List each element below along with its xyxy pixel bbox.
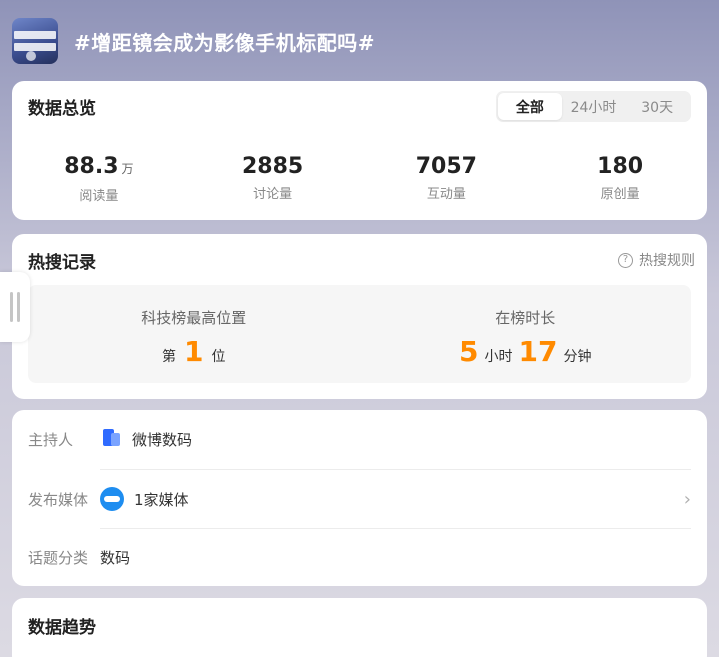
duration-block: 在榜时长 5 小时 17 分钟	[360, 285, 692, 383]
stat-interactions-value: 7057	[415, 154, 477, 179]
trend-card: 数据趋势	[12, 598, 707, 657]
duration-hours-unit: 小时	[484, 349, 513, 365]
rank-prefix: 第	[162, 349, 176, 365]
stat-discussions-label: 讨论量	[253, 187, 293, 202]
rank-value: 1	[184, 335, 204, 368]
duration-minutes: 17	[518, 335, 558, 368]
side-drag-handle[interactable]	[0, 272, 30, 342]
host-name[interactable]: 微博数码	[132, 429, 192, 450]
chevron-right-icon[interactable]: ›	[684, 489, 691, 510]
stat-originals-value: 180	[597, 154, 644, 179]
stat-originals-label: 原创量	[600, 187, 640, 202]
topic-title: #增距镜会成为影像手机标配吗#	[74, 30, 376, 55]
stat-reads-unit: 万	[121, 162, 134, 176]
stat-discussions-value: 2885	[242, 154, 304, 179]
stat-originals: 180 原创量	[533, 153, 707, 204]
media-logo-icon	[100, 487, 124, 511]
tab-24h[interactable]: 24小时	[562, 93, 626, 120]
tab-all[interactable]: 全部	[498, 93, 562, 120]
tab-30d[interactable]: 30天	[625, 93, 689, 120]
duration-minutes-unit: 分钟	[563, 349, 592, 365]
hot-search-card: 热搜记录 ? 热搜规则 科技榜最高位置 第 1 位 在榜时长 5 小时 17 分…	[12, 234, 707, 399]
topic-header: #增距镜会成为影像手机标配吗#	[12, 17, 707, 65]
category-label: 话题分类	[28, 548, 89, 567]
stat-reads-label: 阅读量	[79, 189, 119, 204]
topic-thumbnail[interactable]	[12, 18, 58, 64]
category-value: 数码	[100, 548, 131, 567]
media-label: 发布媒体	[28, 490, 89, 509]
media-row[interactable]: 发布媒体 1家媒体 ›	[28, 470, 691, 528]
question-icon: ?	[618, 252, 633, 268]
stat-reads: 88.3 万 阅读量	[12, 153, 186, 204]
duration-label: 在榜时长	[495, 309, 556, 327]
hot-rules-link[interactable]: ? 热搜规则	[618, 250, 695, 270]
rank-block: 科技榜最高位置 第 1 位	[28, 285, 360, 383]
category-row: 话题分类 数码	[28, 528, 691, 586]
media-count: 1家媒体	[134, 490, 189, 509]
stat-reads-value: 88.3	[64, 154, 119, 179]
rank-suffix: 位	[211, 349, 226, 365]
topic-info-card: 主持人 微博数码 发布媒体 1家媒体 › 话题分类 数码	[12, 410, 707, 586]
stat-interactions-label: 互动量	[426, 187, 466, 202]
stats-row: 88.3 万 阅读量 2885 讨论量 7057 互动量 180 原创量	[12, 153, 707, 204]
overview-title: 数据总览	[28, 99, 96, 119]
trend-title: 数据趋势	[28, 618, 96, 638]
overview-card: 数据总览 全部 24小时 30天 88.3 万 阅读量 2885 讨论量 7057…	[12, 81, 707, 220]
time-range-tabs: 全部 24小时 30天	[496, 91, 691, 122]
hot-search-title: 热搜记录	[28, 253, 96, 273]
rank-label: 科技榜最高位置	[141, 309, 247, 327]
host-label: 主持人	[28, 430, 74, 449]
duration-hours: 5	[459, 335, 479, 368]
weibo-digital-icon[interactable]	[100, 428, 122, 450]
stat-discussions: 2885 讨论量	[186, 153, 360, 204]
stat-interactions: 7057 互动量	[360, 153, 534, 204]
host-row: 主持人 微博数码	[28, 410, 691, 468]
hot-rules-label: 热搜规则	[639, 253, 695, 269]
hot-stats-box: 科技榜最高位置 第 1 位 在榜时长 5 小时 17 分钟	[28, 285, 691, 383]
